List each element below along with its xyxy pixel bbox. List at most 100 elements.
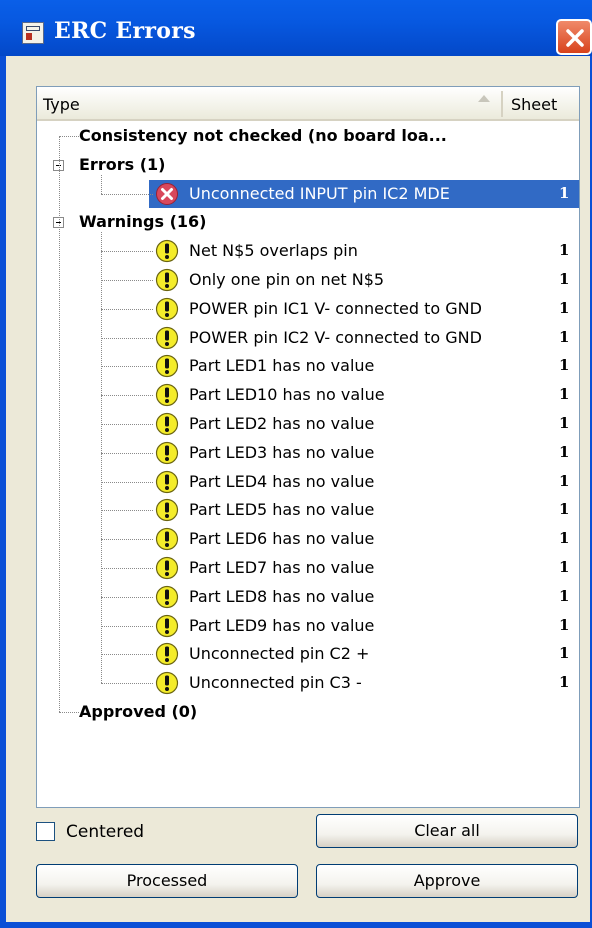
window-title: ERC Errors — [54, 18, 196, 44]
tree-connector — [59, 136, 60, 712]
tree-connector — [101, 251, 153, 253]
title-bar[interactable]: ERC Errors — [0, 0, 592, 56]
warning-row[interactable]: POWER pin IC2 V- connected to GND 1 — [37, 324, 579, 352]
warning-row[interactable]: Part LED5 has no value 1 — [37, 496, 579, 524]
sheet-value: 1 — [559, 385, 570, 404]
processed-button[interactable]: Processed — [36, 864, 298, 898]
tree-connector — [101, 424, 153, 425]
warning-row[interactable]: Part LED7 has no value 1 — [37, 554, 579, 582]
warning-row[interactable]: Only one pin on net N$5 1 — [37, 266, 579, 294]
warning-row[interactable]: Part LED8 has no value 1 — [37, 583, 579, 611]
item-label: Approved (0) — [79, 702, 198, 721]
sheet-value: 1 — [559, 529, 570, 548]
warning-row[interactable]: Part LED6 has no value 1 — [37, 525, 579, 553]
sheet-value: 1 — [559, 586, 570, 605]
sort-ascending-icon — [478, 95, 490, 102]
tree-connector — [101, 395, 153, 397]
warning-row[interactable]: Part LED4 has no value 1 — [37, 468, 579, 496]
warning-row[interactable]: Part LED1 has no value 1 — [37, 352, 579, 380]
item-label: POWER pin IC2 V- connected to GND — [189, 327, 482, 347]
tree-connector — [59, 712, 79, 713]
warning-row[interactable]: Unconnected pin C2 + 1 — [37, 640, 579, 668]
warning-icon — [155, 672, 179, 695]
item-label: Part LED1 has no value — [189, 356, 375, 376]
warning-row[interactable]: POWER pin IC1 V- connected to GND 1 — [37, 295, 579, 323]
tree-connector — [101, 308, 153, 310]
item-label: Unconnected pin C2 + — [189, 644, 370, 664]
clear-all-button[interactable]: Clear all — [316, 814, 578, 848]
item-label: Part LED9 has no value — [189, 615, 375, 635]
error-row[interactable]: Unconnected INPUT pin IC2 MDE 1 — [37, 179, 579, 208]
warning-icon — [155, 528, 179, 551]
tree-connector — [101, 683, 153, 685]
warning-row[interactable]: Part LED3 has no value 1 — [37, 439, 579, 467]
tree-item-warnings-group[interactable]: Warnings (16) — [37, 208, 579, 236]
sheet-value: 1 — [559, 673, 570, 692]
warning-icon — [155, 556, 179, 580]
sheet-value: 1 — [559, 644, 570, 663]
warning-icon — [155, 499, 179, 522]
approve-button[interactable]: Approve — [316, 864, 578, 898]
sheet-value: 1 — [559, 471, 570, 490]
tree-connector — [101, 174, 102, 194]
column-divider[interactable] — [501, 91, 503, 117]
sheet-value: 1 — [559, 615, 570, 634]
column-type-header[interactable]: Type — [43, 95, 80, 114]
item-label: Part LED8 has no value — [189, 586, 375, 606]
warning-row[interactable]: Unconnected pin C3 - 1 — [37, 669, 579, 697]
tree-connector — [101, 232, 102, 684]
tree-item-errors-group[interactable]: Errors (1) — [37, 151, 579, 179]
warning-icon — [155, 412, 179, 436]
item-label: Part LED6 has no value — [189, 529, 375, 549]
error-icon — [156, 182, 178, 205]
column-sheet-header[interactable]: Sheet — [511, 95, 557, 114]
item-label: Part LED3 has no value — [189, 442, 375, 462]
tree-connector — [101, 280, 153, 281]
item-label: Part LED5 has no value — [189, 500, 375, 520]
sheet-value: 1 — [559, 414, 570, 432]
tree-connector — [59, 136, 79, 137]
close-button[interactable] — [556, 19, 592, 55]
warning-row[interactable]: Net N$5 overlaps pin 1 — [37, 237, 579, 265]
tree-connector — [101, 568, 153, 569]
warning-row[interactable]: Part LED10 has no value 1 — [37, 381, 579, 409]
erc-tree-view[interactable]: Type Sheet Consistency not checked (no b… — [36, 86, 580, 808]
warning-icon — [155, 470, 179, 493]
warning-row[interactable]: Part LED2 has no value 1 — [37, 410, 579, 438]
tree-item-consistency[interactable]: Consistency not checked (no board loa... — [37, 122, 579, 150]
sheet-value: 1 — [559, 241, 570, 260]
warning-icon — [155, 240, 179, 263]
tree-item-approved-group[interactable]: Approved (0) — [37, 698, 579, 726]
warning-icon — [155, 268, 179, 292]
tree-connector — [101, 654, 153, 656]
warning-icon — [155, 585, 179, 608]
tree-connector — [101, 625, 153, 627]
tree-connector — [101, 539, 153, 541]
warning-icon — [155, 297, 179, 320]
item-label: Warnings (16) — [79, 212, 207, 232]
warning-icon — [155, 384, 179, 407]
item-label: POWER pin IC1 V- connected to GND — [189, 298, 482, 318]
warning-row[interactable]: Part LED9 has no value 1 — [37, 612, 579, 640]
item-label: Part LED7 has no value — [189, 558, 375, 577]
tree-connector — [101, 337, 153, 339]
item-label: Part LED4 has no value — [189, 471, 375, 491]
tree-connector — [101, 510, 153, 512]
erc-errors-window: ERC Errors Type Sheet Consistency not ch… — [0, 0, 592, 928]
warning-icon — [155, 614, 179, 637]
sheet-value: 1 — [559, 270, 570, 288]
dialog-body: Type Sheet Consistency not checked (no b… — [6, 56, 590, 922]
sheet-value: 1 — [559, 356, 570, 375]
tree-connector — [101, 481, 153, 483]
tree-connector — [101, 596, 153, 598]
item-label: Net N$5 overlaps pin — [189, 241, 358, 261]
warning-icon — [155, 441, 179, 464]
item-label: Unconnected pin C3 - — [189, 673, 362, 693]
item-label: Part LED10 has no value — [189, 385, 385, 405]
tree-connector — [101, 452, 153, 454]
centered-label: Centered — [66, 822, 145, 842]
tree-header: Type Sheet — [37, 87, 579, 121]
sheet-value: 1 — [559, 327, 570, 346]
item-label: Part LED2 has no value — [189, 414, 375, 433]
centered-checkbox[interactable] — [36, 822, 55, 841]
